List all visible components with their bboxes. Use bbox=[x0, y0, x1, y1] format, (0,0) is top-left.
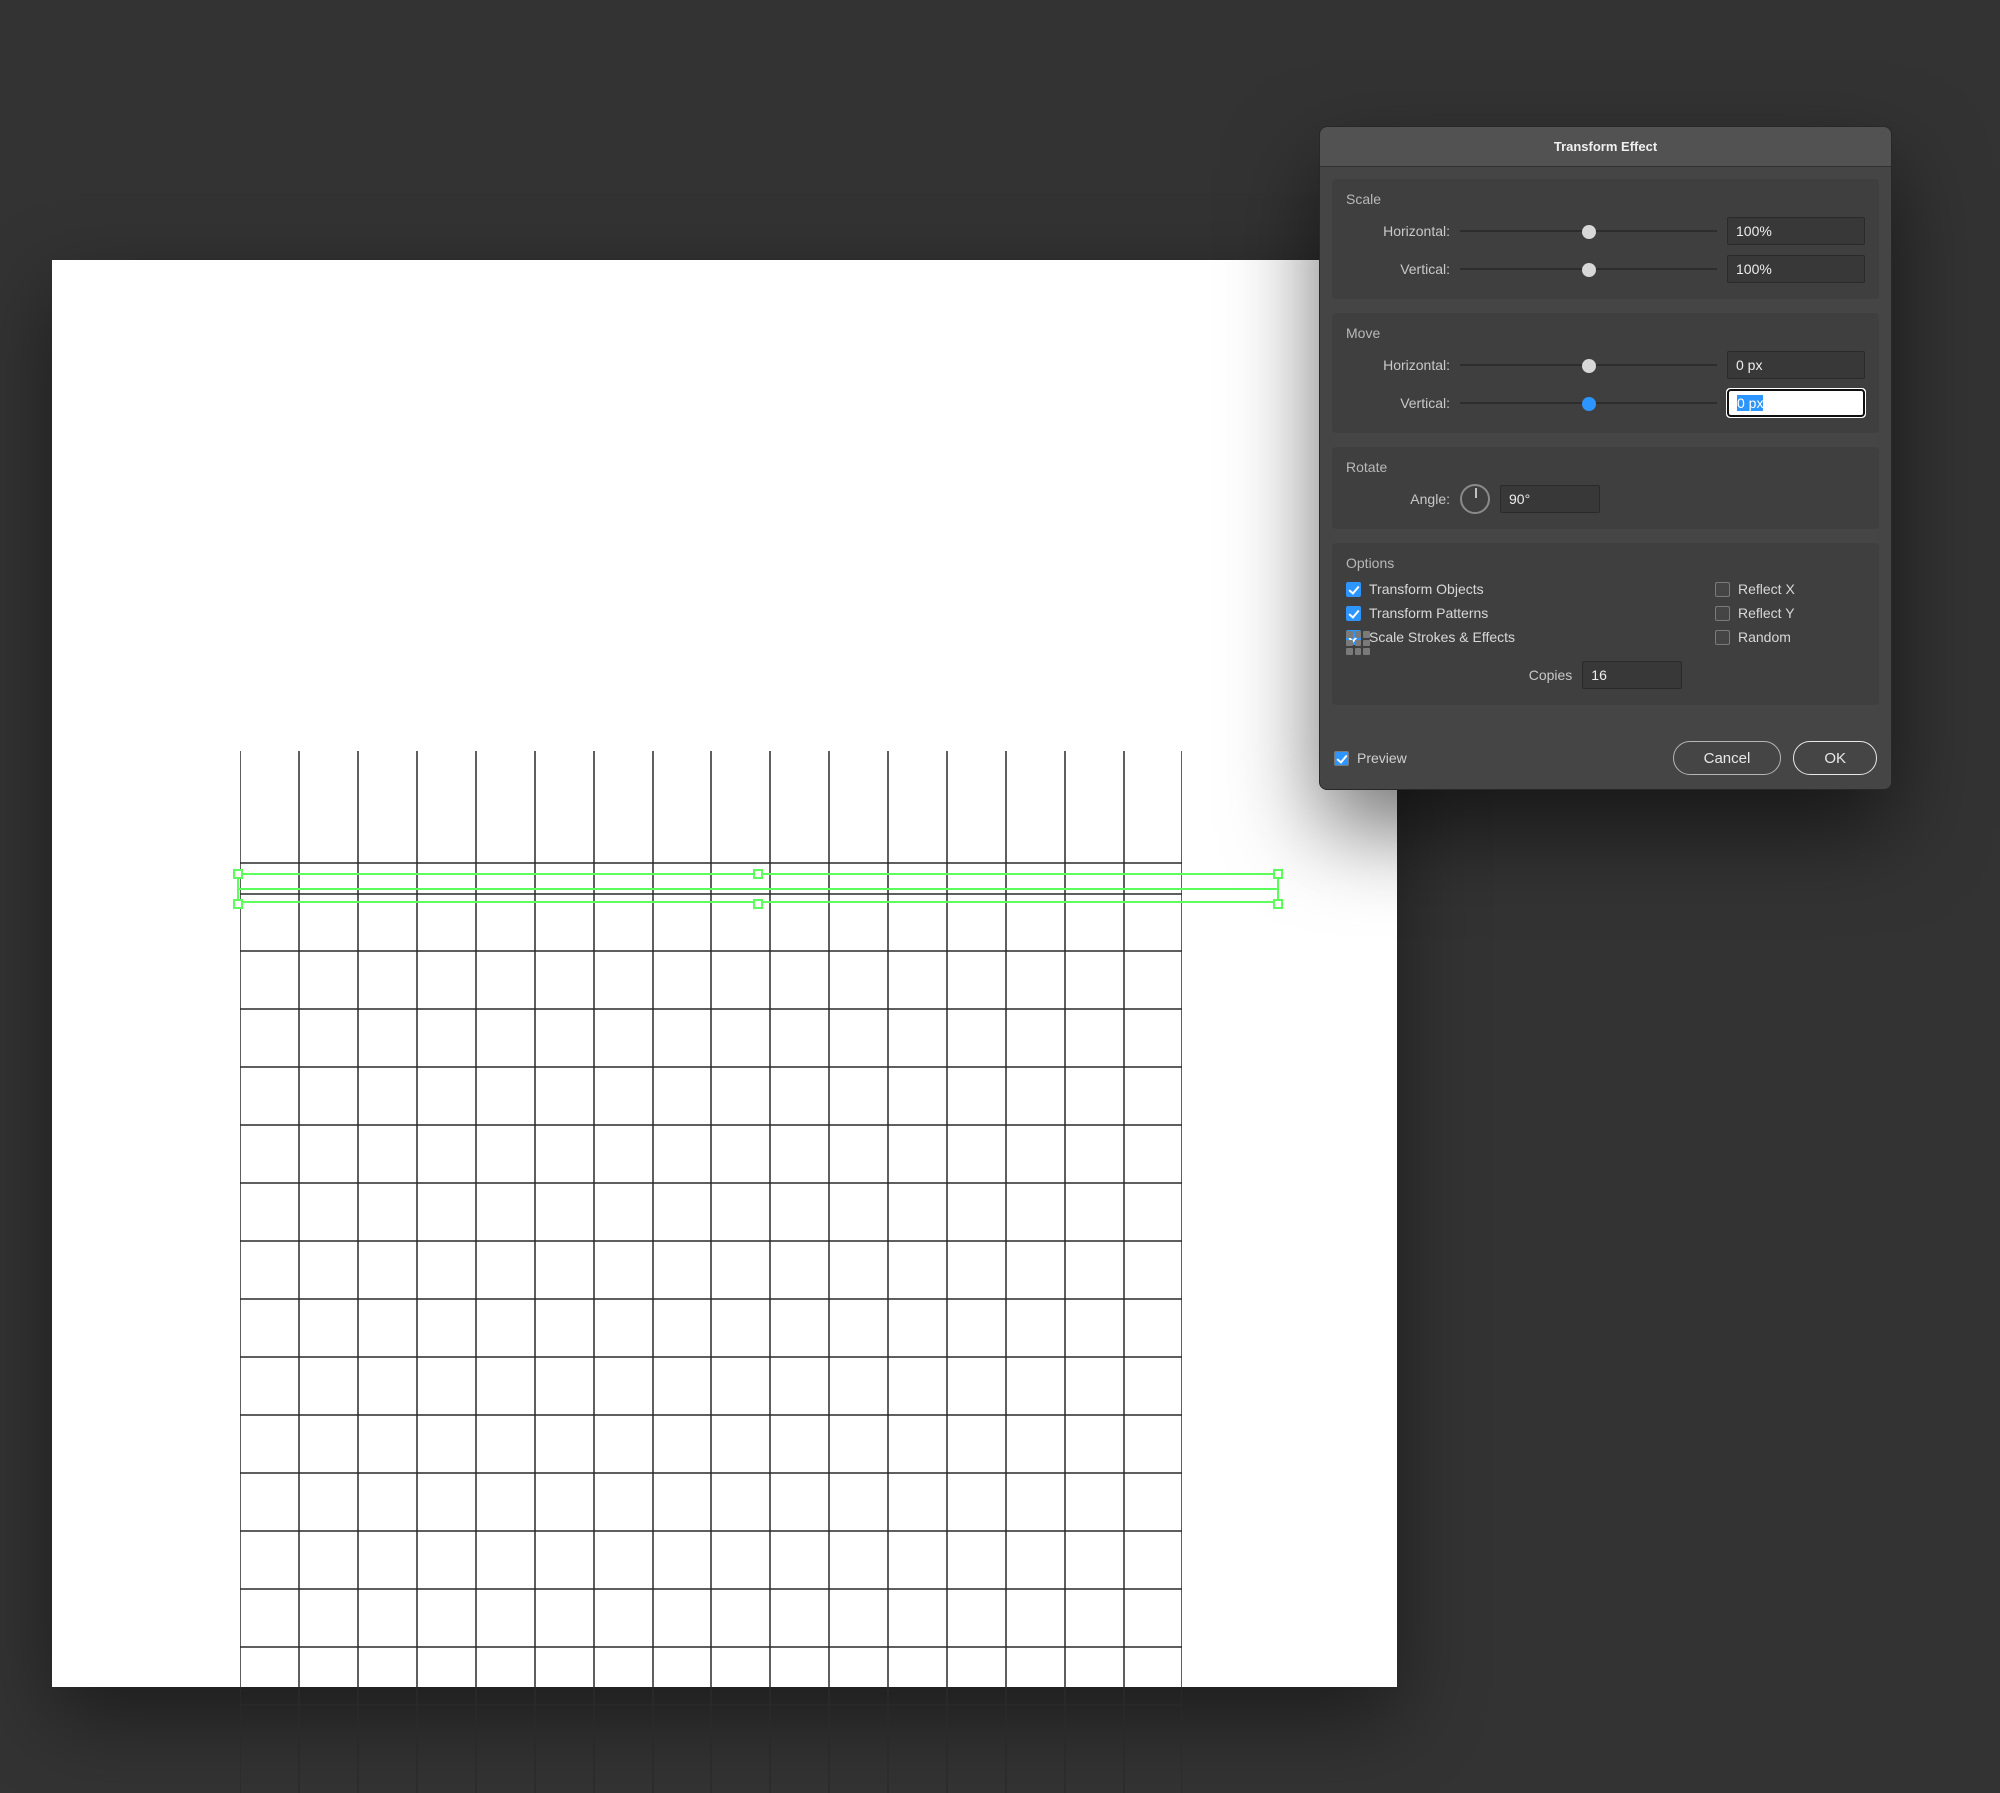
checkbox-label: Transform Objects bbox=[1369, 581, 1484, 597]
selection-handle[interactable] bbox=[1273, 899, 1283, 909]
scale-section: Scale Horizontal: Vertical: bbox=[1332, 179, 1879, 299]
dialog-title[interactable]: Transform Effect bbox=[1320, 127, 1891, 167]
transform-patterns-checkbox[interactable]: Transform Patterns bbox=[1346, 605, 1707, 621]
checkbox-label: Reflect X bbox=[1738, 581, 1795, 597]
checkbox-icon[interactable] bbox=[1346, 582, 1361, 597]
copies-label: Copies bbox=[1529, 667, 1573, 683]
reflect-y-checkbox[interactable]: Reflect Y bbox=[1715, 605, 1865, 621]
checkbox-icon[interactable] bbox=[1346, 606, 1361, 621]
dialog-title-text: Transform Effect bbox=[1554, 139, 1657, 154]
checkbox-icon[interactable] bbox=[1334, 751, 1349, 766]
checkbox-label: Random bbox=[1738, 629, 1791, 645]
selection-handle[interactable] bbox=[1273, 869, 1283, 879]
checkbox-icon[interactable] bbox=[1715, 630, 1730, 645]
preview-checkbox[interactable]: Preview bbox=[1334, 750, 1407, 766]
move-vertical-slider[interactable] bbox=[1460, 393, 1717, 413]
options-section: Options Transform Objects Reflect X Tran… bbox=[1332, 543, 1879, 705]
checkbox-label: Scale Strokes & Effects bbox=[1369, 629, 1515, 645]
reflect-x-checkbox[interactable]: Reflect X bbox=[1715, 581, 1865, 597]
scale-horizontal-input[interactable] bbox=[1727, 217, 1865, 245]
checkbox-label: Preview bbox=[1357, 750, 1407, 766]
scale-vertical-slider[interactable] bbox=[1460, 259, 1717, 279]
checkbox-icon[interactable] bbox=[1715, 606, 1730, 621]
scale-strokes-checkbox[interactable]: Scale Strokes & Effects bbox=[1346, 629, 1707, 645]
checkbox-label: Reflect Y bbox=[1738, 605, 1795, 621]
rotate-section: Rotate Angle: bbox=[1332, 447, 1879, 529]
transform-effect-dialog: Transform Effect Scale Horizontal: Verti… bbox=[1319, 126, 1892, 790]
anchor-point-icon[interactable] bbox=[1346, 631, 1370, 655]
rotate-section-title: Rotate bbox=[1346, 459, 1865, 475]
cancel-button[interactable]: Cancel bbox=[1673, 741, 1782, 775]
move-section: Move Horizontal: Vertical: bbox=[1332, 313, 1879, 433]
artboard bbox=[52, 260, 1397, 1687]
scale-vertical-label: Vertical: bbox=[1346, 261, 1456, 277]
scale-horizontal-label: Horizontal: bbox=[1346, 223, 1456, 239]
copies-input[interactable] bbox=[1582, 661, 1682, 689]
rotate-angle-input[interactable] bbox=[1500, 485, 1600, 513]
checkbox-icon[interactable] bbox=[1715, 582, 1730, 597]
checkbox-label: Transform Patterns bbox=[1369, 605, 1488, 621]
move-horizontal-input[interactable] bbox=[1727, 351, 1865, 379]
scale-vertical-input[interactable] bbox=[1727, 255, 1865, 283]
scale-section-title: Scale bbox=[1346, 191, 1865, 207]
move-horizontal-slider[interactable] bbox=[1460, 355, 1717, 375]
artwork-grid bbox=[240, 751, 1182, 1793]
move-vertical-input[interactable] bbox=[1727, 389, 1865, 417]
selection-center-line bbox=[237, 888, 1279, 890]
selection-handle[interactable] bbox=[233, 869, 243, 879]
move-section-title: Move bbox=[1346, 325, 1865, 341]
scale-horizontal-slider[interactable] bbox=[1460, 221, 1717, 241]
selection-handle[interactable] bbox=[753, 869, 763, 879]
transform-objects-checkbox[interactable]: Transform Objects bbox=[1346, 581, 1707, 597]
rotate-angle-label: Angle: bbox=[1346, 491, 1456, 507]
ok-button[interactable]: OK bbox=[1793, 741, 1877, 775]
random-checkbox[interactable]: Random bbox=[1715, 629, 1865, 645]
move-horizontal-label: Horizontal: bbox=[1346, 357, 1456, 373]
selection-handle[interactable] bbox=[753, 899, 763, 909]
options-section-title: Options bbox=[1346, 555, 1865, 571]
move-vertical-label: Vertical: bbox=[1346, 395, 1456, 411]
selection-handle[interactable] bbox=[233, 899, 243, 909]
angle-dial-icon[interactable] bbox=[1460, 484, 1490, 514]
